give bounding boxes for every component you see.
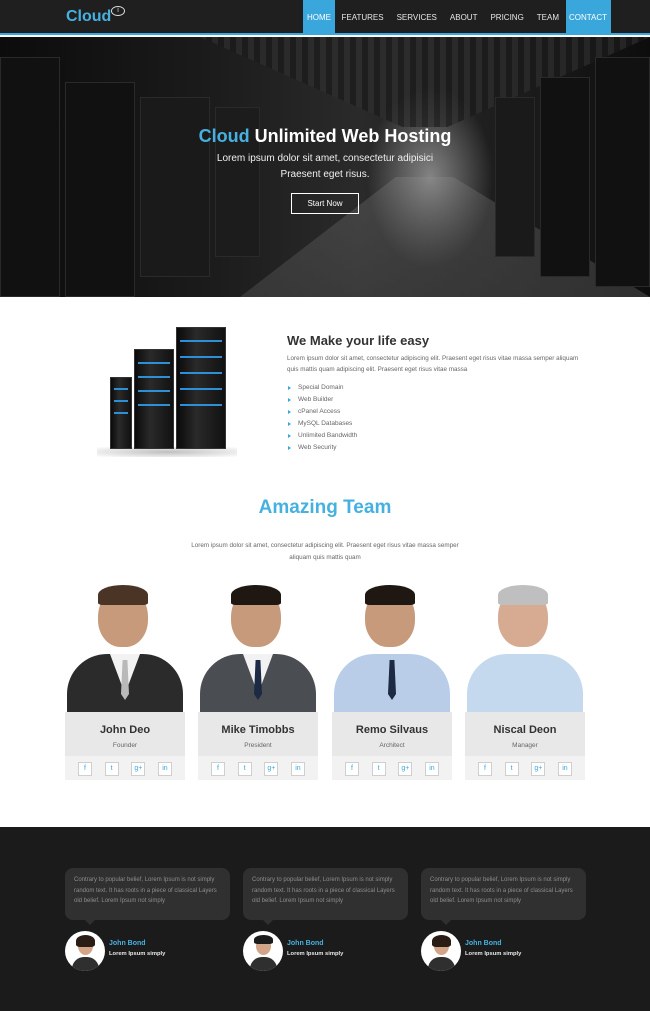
member-name: John Deo	[99, 724, 151, 736]
twitter-icon[interactable]: t	[504, 762, 519, 776]
server-rack	[140, 97, 210, 277]
server-tower	[134, 349, 174, 449]
feature-label: cPanel Access	[298, 408, 341, 415]
testimonial-role: Lorem Ipsum simply	[287, 951, 344, 957]
facebook-icon[interactable]: f	[211, 762, 225, 776]
member-info: Niscal Deon Manager f t g+ in	[465, 712, 585, 780]
arrow-bullet-icon	[288, 410, 291, 414]
avatar	[243, 931, 283, 971]
member-name: Mike Timobbs	[221, 724, 295, 736]
linkedin-icon[interactable]: in	[290, 762, 305, 776]
feature-label: Unlimited Bandwidth	[298, 432, 358, 439]
testimonial-role: Lorem Ipsum simply	[109, 951, 166, 957]
testimonial-name: John Bond	[287, 940, 324, 947]
server-rack	[65, 82, 135, 297]
logo-badge-icon: i	[111, 6, 125, 16]
team-member-card: Mike Timobbs President f t g+ in	[198, 582, 318, 780]
arrow-bullet-icon	[288, 386, 291, 390]
twitter-icon[interactable]: t	[104, 762, 119, 776]
feature-label: MySQL Databases	[298, 420, 353, 427]
hero-subtitle-line2: Praesent eget risus.	[280, 169, 370, 180]
linkedin-icon[interactable]: in	[424, 762, 439, 776]
hero-title-rest: Unlimited Web Hosting	[249, 126, 452, 146]
server-tower	[176, 327, 226, 449]
member-role: Founder	[112, 742, 138, 749]
site-logo[interactable]: Cloud	[66, 8, 111, 26]
googleplus-icon[interactable]: g+	[131, 762, 146, 776]
member-photo	[332, 582, 452, 712]
nav-contact[interactable]: CONTACT	[565, 0, 611, 35]
team-description: Lorem ipsum dolor sit amet, consectetur …	[191, 542, 459, 561]
team-member-card: Niscal Deon Manager f t g+ in	[465, 582, 585, 780]
googleplus-icon[interactable]: g+	[264, 762, 279, 776]
testimonial-quote: Contrary to popular belief, Lorem Ipsum …	[421, 868, 586, 925]
hero-title-accent: Cloud	[198, 126, 250, 146]
feature-label: Special Domain	[298, 384, 344, 391]
features-list: Special Domain Web Builder cPanel Access…	[288, 382, 357, 454]
member-role: President	[244, 742, 272, 749]
list-item: Web Builder	[288, 394, 357, 406]
member-socials: f t g+ in	[78, 762, 172, 776]
member-socials: f t g+ in	[211, 762, 305, 776]
list-item: Special Domain	[288, 382, 357, 394]
member-name: Niscal Deon	[493, 724, 557, 736]
member-name: Remo Silvaus	[355, 724, 429, 736]
twitter-icon[interactable]: t	[237, 762, 252, 776]
nav-about[interactable]: ABOUT	[443, 0, 484, 35]
member-info: Mike Timobbs President f t g+ in	[198, 712, 318, 780]
features-description: Lorem ipsum dolor sit amet, consectetur …	[287, 355, 579, 373]
hero-banner: Cloud Unlimited Web Hosting Lorem ipsum …	[0, 37, 650, 297]
member-socials: f t g+ in	[478, 762, 572, 776]
member-info: John Deo Founder f t g+ in	[65, 712, 185, 780]
avatar	[65, 931, 105, 971]
member-role: Architect	[379, 742, 405, 749]
member-socials: f t g+ in	[345, 762, 439, 776]
facebook-icon[interactable]: f	[478, 762, 492, 776]
facebook-icon[interactable]: f	[78, 762, 92, 776]
arrow-bullet-icon	[288, 434, 291, 438]
facebook-icon[interactable]: f	[345, 762, 359, 776]
list-item: MySQL Databases	[288, 418, 357, 430]
arrow-bullet-icon	[288, 422, 291, 426]
twitter-icon[interactable]: t	[371, 762, 386, 776]
team-member-card: John Deo Founder f t g+ in	[65, 582, 185, 780]
nav-team[interactable]: TEAM	[530, 0, 565, 35]
start-now-button[interactable]: Start Now	[291, 193, 359, 214]
googleplus-icon[interactable]: g+	[531, 762, 546, 776]
nav-services[interactable]: SERVICES	[390, 0, 443, 35]
member-photo	[198, 582, 318, 712]
feature-label: Web Builder	[298, 396, 334, 403]
nav-features[interactable]: FEATURES	[335, 0, 390, 35]
testimonial-name: John Bond	[465, 940, 502, 947]
member-role: Manager	[512, 742, 538, 749]
testimonial-name: John Bond	[109, 940, 146, 947]
googleplus-icon[interactable]: g+	[398, 762, 413, 776]
team-member-card: Remo Silvaus Architect f t g+ in	[332, 582, 452, 780]
list-item: Unlimited Bandwidth	[288, 430, 357, 442]
linkedin-icon[interactable]: in	[157, 762, 172, 776]
server-tower	[110, 377, 132, 449]
features-title: We Make your life easy	[287, 333, 430, 348]
team-title: Amazing Team	[258, 497, 392, 518]
linkedin-icon[interactable]: in	[557, 762, 572, 776]
nav-pricing[interactable]: PRICING	[484, 0, 530, 35]
arrow-bullet-icon	[288, 446, 291, 450]
nav-home[interactable]: HOME	[303, 0, 335, 35]
hero-title: Cloud Unlimited Web Hosting	[0, 126, 650, 147]
testimonial-role: Lorem Ipsum simply	[465, 951, 522, 957]
hero-subtitle-line1: Lorem ipsum dolor sit amet, consectetur …	[216, 153, 434, 164]
testimonial-quote: Contrary to popular belief, Lorem Ipsum …	[65, 868, 230, 925]
main-menu: HOME FEATURES SERVICES ABOUT PRICING TEA…	[303, 0, 611, 35]
arrow-bullet-icon	[288, 398, 291, 402]
member-info: Remo Silvaus Architect f t g+ in	[332, 712, 452, 780]
testimonial-quote: Contrary to popular belief, Lorem Ipsum …	[243, 868, 408, 925]
member-photo	[465, 582, 585, 712]
feature-label: Web Security	[298, 444, 337, 451]
top-navbar: Cloud i HOME FEATURES SERVICES ABOUT PRI…	[0, 0, 650, 35]
server-illustration	[92, 322, 242, 457]
list-item: Web Security	[288, 442, 357, 454]
list-item: cPanel Access	[288, 406, 357, 418]
member-photo	[65, 582, 185, 712]
avatar	[421, 931, 461, 971]
